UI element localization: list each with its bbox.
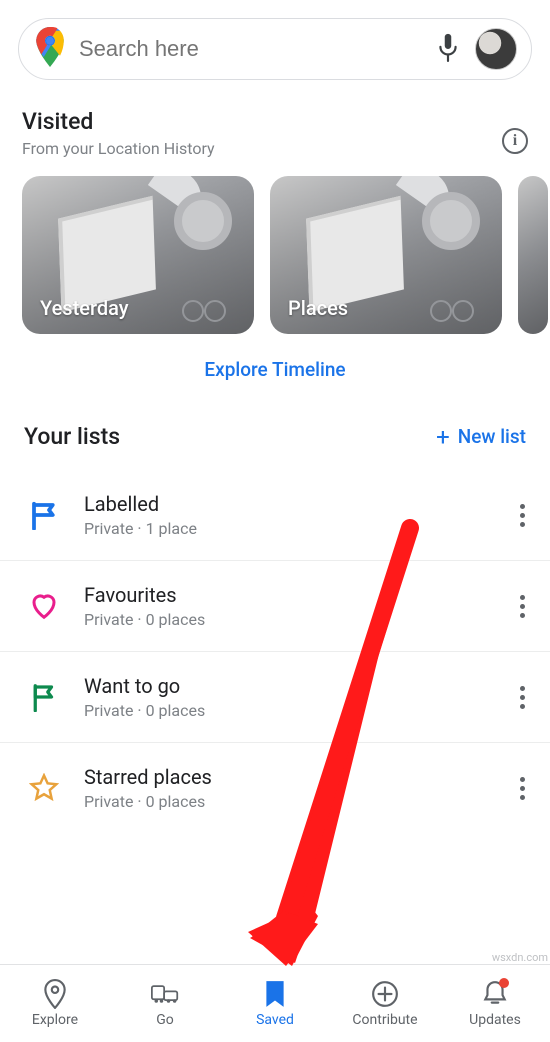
nav-label: Explore xyxy=(32,1012,78,1028)
list-name: Want to go xyxy=(84,674,486,698)
watermark: wsxdn.com xyxy=(492,951,548,964)
list-name: Starred places xyxy=(84,765,486,789)
list-sub: Private · 1 place xyxy=(84,519,486,538)
visited-card-more[interactable] xyxy=(518,176,548,334)
nav-label: Saved xyxy=(256,1012,294,1028)
microphone-icon[interactable] xyxy=(435,31,461,67)
visited-card-yesterday[interactable]: Yesterday xyxy=(22,176,254,334)
list-menu-button[interactable] xyxy=(510,682,534,712)
list-item-starred[interactable]: Starred places Private · 0 places xyxy=(0,743,550,833)
nav-label: Updates xyxy=(469,1012,521,1028)
visited-card-row: Yesterday Places xyxy=(0,176,550,334)
list-sub: Private · 0 places xyxy=(84,610,486,629)
plus-circle-icon xyxy=(371,980,399,1008)
visited-title: Visited xyxy=(22,108,215,135)
flag-outline-icon xyxy=(28,499,60,531)
visited-card-label: Places xyxy=(288,296,348,320)
list-item-favourites[interactable]: Favourites Private · 0 places xyxy=(0,561,550,652)
search-bar[interactable] xyxy=(18,18,532,80)
new-list-label: New list xyxy=(458,425,526,448)
list-name: Labelled xyxy=(84,492,486,516)
nav-label: Go xyxy=(156,1012,174,1028)
star-icon xyxy=(28,772,60,804)
explore-timeline-link[interactable]: Explore Timeline xyxy=(0,358,550,381)
list-name: Favourites xyxy=(84,583,486,607)
nav-explore[interactable]: Explore xyxy=(0,965,110,1042)
nav-contribute[interactable]: Contribute xyxy=(330,965,440,1042)
profile-avatar[interactable] xyxy=(475,28,517,70)
new-list-button[interactable]: + New list xyxy=(436,425,526,449)
list-menu-button[interactable] xyxy=(510,773,534,803)
list-item-labelled[interactable]: Labelled Private · 1 place xyxy=(0,470,550,561)
visited-card-places[interactable]: Places xyxy=(270,176,502,334)
bookmark-icon xyxy=(261,980,289,1008)
nav-updates[interactable]: Updates xyxy=(440,965,550,1042)
transit-icon xyxy=(151,980,179,1008)
visited-card-label: Yesterday xyxy=(40,296,129,320)
google-maps-logo-icon xyxy=(35,27,65,71)
bell-icon xyxy=(481,980,509,1008)
visited-subtitle: From your Location History xyxy=(22,139,215,158)
flag-icon xyxy=(28,681,60,713)
bottom-nav: Explore Go Saved Contribute Updates xyxy=(0,964,550,1042)
list-sub: Private · 0 places xyxy=(84,701,486,720)
list-item-want-to-go[interactable]: Want to go Private · 0 places xyxy=(0,652,550,743)
nav-label: Contribute xyxy=(352,1012,417,1028)
nav-saved[interactable]: Saved xyxy=(220,965,330,1042)
nav-go[interactable]: Go xyxy=(110,965,220,1042)
notification-badge xyxy=(499,978,509,988)
plus-icon: + xyxy=(436,425,450,449)
pin-icon xyxy=(41,980,69,1008)
list-menu-button[interactable] xyxy=(510,591,534,621)
list-menu-button[interactable] xyxy=(510,500,534,530)
lists-container: Labelled Private · 1 place Favourites Pr… xyxy=(0,470,550,833)
search-input[interactable] xyxy=(79,36,421,62)
your-lists-title: Your lists xyxy=(24,423,120,450)
info-icon[interactable]: i xyxy=(502,128,528,154)
heart-icon xyxy=(28,590,60,622)
list-sub: Private · 0 places xyxy=(84,792,486,811)
